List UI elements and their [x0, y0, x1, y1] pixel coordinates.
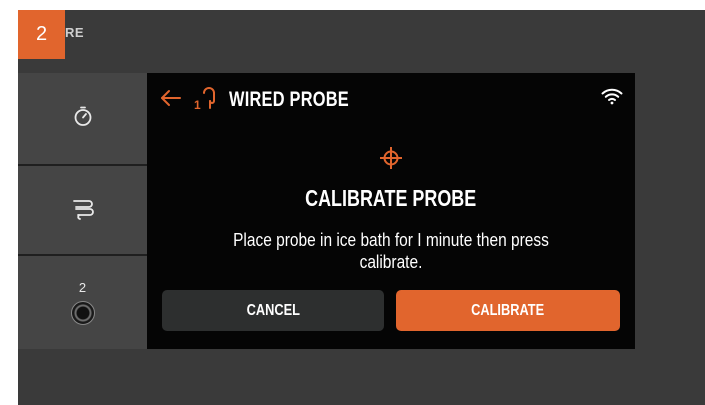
smoke-icon	[70, 196, 96, 225]
dialog-title: CALIBRATE PROBE	[147, 185, 635, 212]
step-number-badge: 2	[18, 10, 65, 59]
back-arrow-icon[interactable]	[159, 88, 183, 113]
bottom-band	[18, 349, 705, 405]
stopwatch-icon	[72, 105, 94, 132]
svg-text:1: 1	[194, 98, 201, 112]
sidebar-item-probe-port[interactable]: 2	[18, 256, 147, 349]
sidebar: 2	[18, 73, 147, 349]
dialog-title-text: CALIBRATE PROBE	[305, 185, 477, 211]
calibrate-probe-dialog: 1 WIRED PROBE CALIBRATE PROBE Place prob…	[147, 73, 635, 349]
probe-jack-icon	[70, 301, 95, 325]
probe-1-icon: 1	[193, 84, 219, 117]
dialog-description: Place probe in ice bath for I minute the…	[187, 229, 595, 273]
wifi-icon	[601, 87, 623, 110]
dialog-header-title: WIRED PROBE	[229, 88, 349, 111]
sidebar-item-smoke[interactable]	[18, 166, 147, 254]
calibrate-button[interactable]: CALIBRATE	[396, 290, 620, 331]
calibrate-button-label: CALIBRATE	[471, 301, 545, 319]
sidebar-item-timer[interactable]	[18, 73, 147, 164]
crosshair-icon	[379, 146, 403, 175]
dialog-description-text: Place probe in ice bath for I minute the…	[233, 230, 549, 272]
cancel-button[interactable]: CANCEL	[162, 290, 384, 331]
top-bar-label: RE	[65, 25, 85, 40]
cancel-button-label: CANCEL	[246, 301, 300, 319]
probe-port-label: 2	[78, 280, 87, 295]
dialog-header: 1 WIRED PROBE	[159, 85, 383, 115]
